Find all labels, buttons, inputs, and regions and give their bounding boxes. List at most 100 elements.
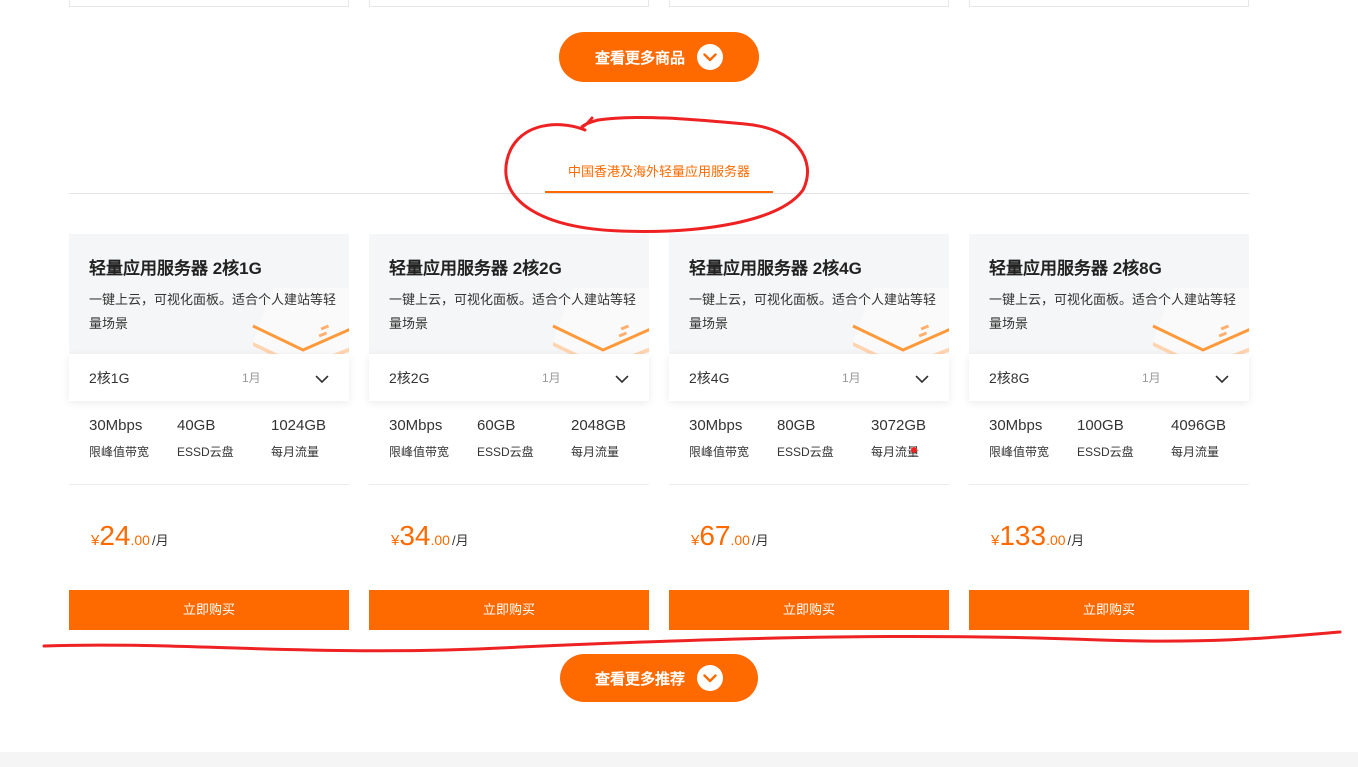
card-header: 轻量应用服务器 2核1G 一键上云，可视化面板。适合个人建站等轻量场景 <box>69 234 349 354</box>
metric-label: ESSD云盘 <box>1077 445 1134 459</box>
price-unit: /月 <box>451 533 469 548</box>
tab-hk-overseas-lightweight[interactable]: 中国香港及海外轻量应用服务器 <box>545 151 773 193</box>
view-more-recommend-label: 查看更多推荐 <box>594 670 685 688</box>
card-description: 一键上云，可视化面板。适合个人建站等轻量场景 <box>89 292 337 331</box>
buy-now-button[interactable]: 立即购买 <box>69 590 349 630</box>
metric-value: 30Mbps <box>389 417 443 434</box>
spec-value: 2核1G <box>89 369 130 386</box>
period-value: 1月 <box>842 371 861 385</box>
spec-metric: 3072GB 每月流量 <box>871 417 926 460</box>
chevron-down-icon <box>697 665 723 691</box>
card-title: 轻量应用服务器 2核1G <box>89 259 262 278</box>
spec-value: 2核8G <box>989 369 1030 386</box>
footer-bar <box>0 752 1358 767</box>
price-unit: /月 <box>1067 533 1085 548</box>
spec-metric: 30Mbps 限峰值带宽 <box>389 417 449 460</box>
card-title: 轻量应用服务器 2核2G <box>389 259 562 278</box>
product-card: 轻量应用服务器 2核4G 一键上云，可视化面板。适合个人建站等轻量场景 2核4G 1月… <box>669 234 949 630</box>
price-unit: /月 <box>151 533 169 548</box>
price-integer: 24 <box>99 520 131 551</box>
metric-label: 每月流量 <box>871 445 920 459</box>
previous-card-bottom <box>969 0 1249 7</box>
buy-now-button[interactable]: 立即购买 <box>369 590 649 630</box>
price: ¥67.00/月 <box>691 520 769 552</box>
metric-value: 4096GB <box>1171 417 1227 434</box>
price: ¥34.00/月 <box>391 520 469 552</box>
category-tab-bar: 中国香港及海外轻量应用服务器 <box>69 151 1249 194</box>
spec-metric: 80GB ESSD云盘 <box>777 417 834 460</box>
card-header: 轻量应用服务器 2核4G 一键上云，可视化面板。适合个人建站等轻量场景 <box>669 234 949 354</box>
metric-value: 100GB <box>1077 417 1124 434</box>
spec-metric: 1024GB 每月流量 <box>271 417 326 460</box>
metric-label: ESSD云盘 <box>777 445 834 459</box>
price-decimal: .00 <box>1046 532 1066 548</box>
spec-value: 2核2G <box>389 369 430 386</box>
card-divider <box>69 484 349 485</box>
price-integer: 133 <box>999 520 1047 551</box>
period-value: 1月 <box>1142 371 1161 385</box>
price-decimal: .00 <box>730 532 750 548</box>
chevron-down-icon <box>615 371 629 389</box>
price-integer: 67 <box>699 520 731 551</box>
buy-now-button[interactable]: 立即购买 <box>669 590 949 630</box>
card-divider <box>969 484 1249 485</box>
period-value: 1月 <box>542 371 561 385</box>
card-title: 轻量应用服务器 2核4G <box>689 259 862 278</box>
chevron-down-icon <box>915 371 929 389</box>
metric-label: 每月流量 <box>1171 445 1220 459</box>
chevron-down-icon <box>1215 371 1229 389</box>
card-divider <box>369 484 649 485</box>
metric-label: 限峰值带宽 <box>389 445 450 459</box>
metric-value: 60GB <box>477 417 516 434</box>
card-description: 一键上云，可视化面板。适合个人建站等轻量场景 <box>989 292 1237 331</box>
metric-label: 每月流量 <box>571 445 620 459</box>
chevron-down-icon <box>315 371 329 389</box>
metric-value: 80GB <box>777 417 816 434</box>
metric-label: 限峰值带宽 <box>989 445 1050 459</box>
spec-metric: 30Mbps 限峰值带宽 <box>689 417 749 460</box>
price-decimal: .00 <box>430 532 450 548</box>
card-description: 一键上云，可视化面板。适合个人建站等轻量场景 <box>389 292 637 331</box>
previous-card-bottom <box>369 0 649 7</box>
metric-label: 限峰值带宽 <box>89 445 150 459</box>
period-value: 1月 <box>242 371 261 385</box>
metric-value: 1024GB <box>271 417 327 434</box>
spec-metric: 60GB ESSD云盘 <box>477 417 534 460</box>
metric-label: 每月流量 <box>271 445 320 459</box>
metric-value: 3072GB <box>871 417 927 434</box>
spec-dropdown[interactable]: 2核1G 1月 <box>69 354 349 401</box>
price-integer: 34 <box>399 520 431 551</box>
metric-label: ESSD云盘 <box>477 445 534 459</box>
metric-value: 30Mbps <box>89 417 143 434</box>
metric-value: 2048GB <box>571 417 627 434</box>
spec-metric: 30Mbps 限峰值带宽 <box>89 417 149 460</box>
previous-card-bottom <box>69 0 349 7</box>
view-more-recommend-button[interactable]: 查看更多推荐 <box>560 654 758 702</box>
previous-card-bottom <box>669 0 949 7</box>
spec-metric: 100GB ESSD云盘 <box>1077 417 1134 460</box>
spec-metric: 40GB ESSD云盘 <box>177 417 234 460</box>
spec-value: 2核4G <box>689 369 730 386</box>
spec-dropdown[interactable]: 2核4G 1月 <box>669 354 949 401</box>
spec-metric: 30Mbps 限峰值带宽 <box>989 417 1049 460</box>
product-card: 轻量应用服务器 2核2G 一键上云，可视化面板。适合个人建站等轻量场景 2核2G 1月… <box>369 234 649 630</box>
price: ¥24.00/月 <box>91 520 169 552</box>
metric-value: 40GB <box>177 417 216 434</box>
product-card: 轻量应用服务器 2核8G 一键上云，可视化面板。适合个人建站等轻量场景 2核8G 1月… <box>969 234 1249 630</box>
card-divider <box>669 484 949 485</box>
metric-value: 30Mbps <box>989 417 1043 434</box>
price-unit: /月 <box>751 533 769 548</box>
spec-dropdown[interactable]: 2核2G 1月 <box>369 354 649 401</box>
price-decimal: .00 <box>130 532 150 548</box>
card-header: 轻量应用服务器 2核2G 一键上云，可视化面板。适合个人建站等轻量场景 <box>369 234 649 354</box>
spec-dropdown[interactable]: 2核8G 1月 <box>969 354 1249 401</box>
card-title: 轻量应用服务器 2核8G <box>989 259 1162 278</box>
spec-metric: 2048GB 每月流量 <box>571 417 626 460</box>
view-more-products-button[interactable]: 查看更多商品 <box>559 32 759 82</box>
chevron-down-icon <box>697 44 723 70</box>
metric-label: 限峰值带宽 <box>689 445 750 459</box>
buy-now-button[interactable]: 立即购买 <box>969 590 1249 630</box>
product-card: 轻量应用服务器 2核1G 一键上云，可视化面板。适合个人建站等轻量场景 2核1G 1月… <box>69 234 349 630</box>
view-more-products-label: 查看更多商品 <box>594 49 685 67</box>
spec-metric: 4096GB 每月流量 <box>1171 417 1226 460</box>
